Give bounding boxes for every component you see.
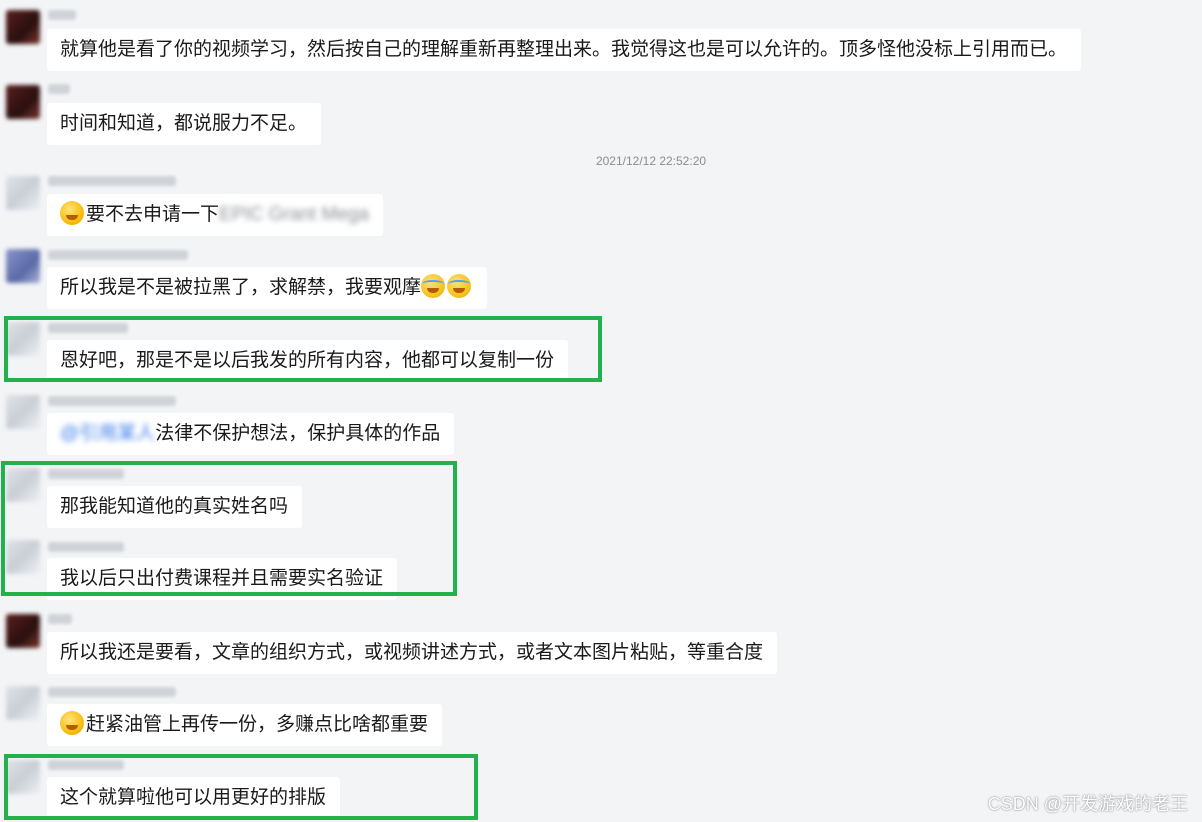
- sender-name: [48, 84, 70, 94]
- sender-name: [48, 10, 76, 20]
- tears-of-joy-icon: [447, 274, 472, 298]
- sender-name: [48, 396, 176, 406]
- message-bubble[interactable]: 赶紧油管上再传一份，多赚点比啥都重要: [47, 704, 443, 746]
- message-text: 时间和知道，都说服力不足。: [60, 113, 308, 134]
- message-bubble[interactable]: 就算他是看了你的视频学习，然后按自己的理解重新再整理出来。我觉得这也是可以允许的…: [47, 29, 1082, 71]
- avatar[interactable]: [6, 10, 40, 44]
- thinking-face-icon: [60, 711, 84, 735]
- message-text: 所以我还是要看，文章的组织方式，或视频讲述方式，或者文本图片粘贴，等重合度: [60, 642, 764, 663]
- highlight-box: [4, 316, 602, 382]
- tears-of-joy-icon: [421, 274, 446, 298]
- message-bubble[interactable]: 要不去申请一下EPIC Grant Mega: [47, 194, 383, 236]
- message-bubble[interactable]: 时间和知道，都说服力不足。: [47, 103, 322, 145]
- message-text: 所以我是不是被拉黑了，求解禁，我要观摩: [60, 277, 422, 298]
- sender-name: [48, 614, 72, 624]
- sender-name: [48, 250, 188, 260]
- avatar[interactable]: [6, 395, 40, 429]
- message-bubble[interactable]: 所以我是不是被拉黑了，求解禁，我要观摩: [47, 267, 488, 309]
- avatar[interactable]: [6, 686, 40, 720]
- avatar[interactable]: [6, 85, 40, 119]
- message-bubble[interactable]: 所以我还是要看，文章的组织方式，或视频讲述方式，或者文本图片粘贴，等重合度: [47, 632, 778, 674]
- avatar[interactable]: [6, 614, 40, 648]
- message-text: 赶紧油管上再传一份，多赚点比啥都重要: [86, 714, 429, 735]
- blurred-text: EPIC Grant Mega: [219, 204, 369, 225]
- watermark: CSDN @开发游戏的老王: [987, 794, 1188, 814]
- avatar[interactable]: [6, 249, 40, 283]
- timestamp: 2021/12/12 22:52:20: [595, 154, 707, 168]
- message-bubble[interactable]: @引用某人法律不保护想法，保护具体的作品: [47, 413, 455, 455]
- mention-link[interactable]: @引用某人: [60, 413, 155, 455]
- message-text: 法律不保护想法，保护具体的作品: [155, 423, 441, 444]
- highlight-box: [1, 461, 457, 596]
- message-text: 要不去申请一下: [86, 204, 220, 225]
- thinking-face-icon: [60, 201, 84, 225]
- sender-name: [48, 687, 176, 697]
- message-text: 就算他是看了你的视频学习，然后按自己的理解重新再整理出来。我觉得这也是可以允许的…: [60, 39, 1068, 60]
- sender-name: [48, 176, 176, 186]
- avatar[interactable]: [6, 176, 40, 210]
- highlight-box: [4, 754, 478, 820]
